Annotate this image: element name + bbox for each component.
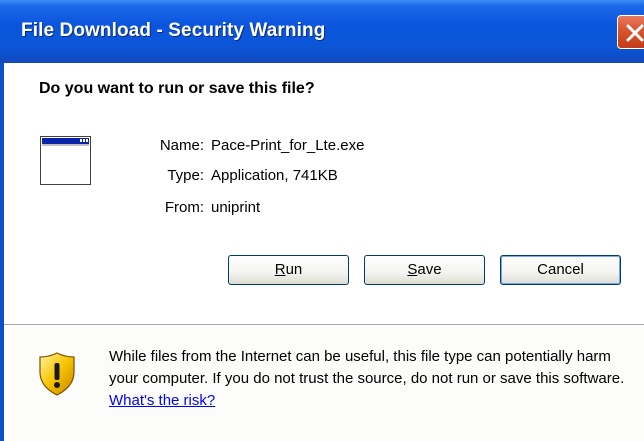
title-bar[interactable]: File Download - Security Warning (0, 0, 644, 63)
run-mnemonic: R (274, 261, 286, 278)
run-button[interactable]: Run (228, 255, 349, 285)
from-label: From: (164, 199, 204, 216)
save-label: ave (417, 261, 442, 278)
type-value: Application, 741KB (211, 167, 338, 184)
close-button[interactable] (617, 15, 644, 49)
security-shield-icon (39, 352, 75, 396)
name-label: Name: (159, 137, 204, 154)
name-value: Pace-Print_for_Lte.exe (211, 137, 365, 154)
cancel-button[interactable]: Cancel (500, 255, 621, 285)
close-icon (626, 24, 644, 42)
save-mnemonic: S (407, 261, 418, 278)
warning-text: While files from the Internet can be use… (109, 348, 625, 387)
save-button[interactable]: Save (364, 255, 485, 285)
from-value: uniprint (211, 199, 261, 216)
run-label: un (285, 261, 303, 278)
whats-the-risk-link[interactable]: What's the risk? (109, 392, 215, 409)
type-label: Type: (167, 167, 204, 184)
warning-message: While files from the Internet can be use… (109, 346, 639, 412)
window-title: File Download - Security Warning (21, 20, 326, 41)
dialog-question: Do you want to run or save this file? (39, 80, 315, 97)
